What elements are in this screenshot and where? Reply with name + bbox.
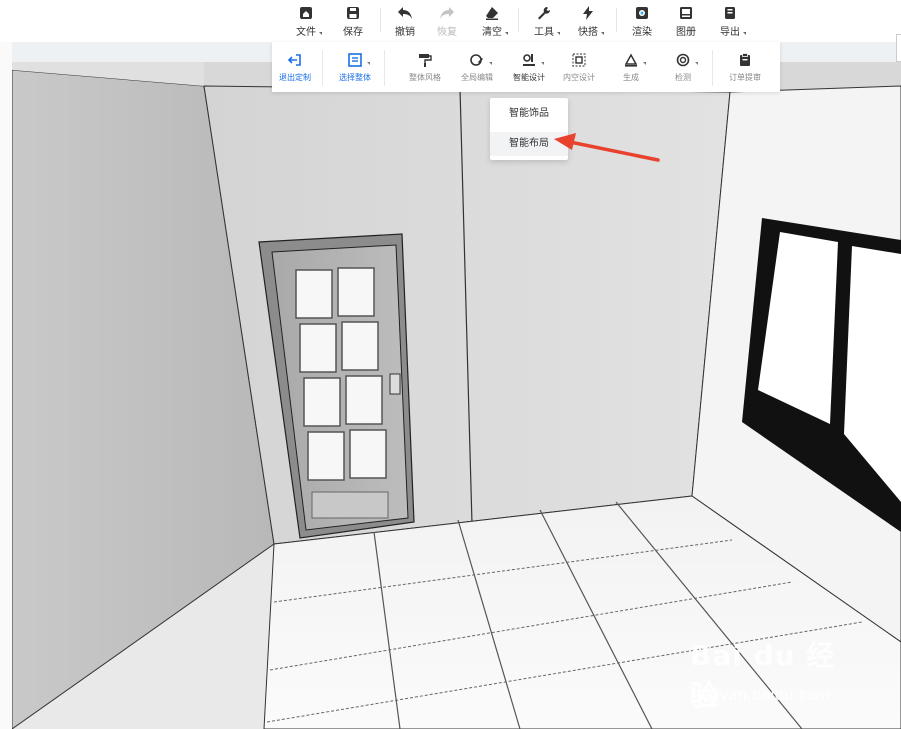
export-icon bbox=[724, 4, 736, 21]
toolbar-divider bbox=[616, 8, 617, 32]
render-label: 渲染 bbox=[632, 27, 652, 38]
3d-viewport[interactable] bbox=[12, 62, 901, 729]
global-edit-button[interactable]: 全局编辑 bbox=[454, 52, 500, 86]
file-button[interactable]: 文件 bbox=[286, 4, 326, 38]
main-toolbar: 文件 保存 撤销 恢复 清空 工具 快搭 渲染 图册 导出 bbox=[0, 0, 901, 42]
undo-icon bbox=[397, 4, 413, 21]
select-all-icon bbox=[348, 52, 362, 68]
overall-style-button[interactable]: 整体风格 bbox=[402, 52, 448, 86]
annotation-arrow bbox=[554, 133, 660, 162]
overall-style-label: 整体风格 bbox=[409, 73, 441, 82]
canvas-left-strip bbox=[0, 42, 12, 729]
global-edit-icon bbox=[470, 52, 484, 68]
inspect-caret-icon bbox=[695, 62, 698, 65]
save-button[interactable]: 保存 bbox=[333, 4, 373, 38]
inspect-button[interactable]: 检测 bbox=[660, 52, 706, 86]
gallery-label: 图册 bbox=[676, 27, 696, 38]
toolbar-divider bbox=[518, 8, 519, 32]
export-caret-icon bbox=[743, 32, 746, 35]
right-panel-handle[interactable] bbox=[896, 34, 901, 62]
clear-caret-icon bbox=[505, 32, 508, 35]
order-review-button[interactable]: 订单提审 bbox=[722, 52, 768, 86]
smart-design-caret-icon bbox=[541, 62, 544, 65]
quick-caret-icon bbox=[601, 32, 604, 35]
wrench-icon bbox=[537, 4, 551, 21]
generate-button[interactable]: 生成 bbox=[608, 52, 654, 86]
smart-decor-item[interactable]: 智能饰品 bbox=[490, 102, 568, 126]
exit-icon bbox=[288, 52, 302, 68]
tools-button[interactable]: 工具 bbox=[524, 4, 564, 38]
exit-custom-button[interactable]: 退出定制 bbox=[272, 52, 318, 86]
toolbar-divider bbox=[380, 8, 381, 32]
smart-design-label: 智能设计 bbox=[513, 73, 545, 82]
file-caret-icon bbox=[319, 32, 322, 35]
subtoolbar-divider bbox=[322, 50, 323, 86]
clipboard-icon bbox=[739, 52, 751, 68]
select-all-label: 选择整体 bbox=[339, 73, 371, 82]
render-camera-icon bbox=[635, 4, 649, 21]
global-edit-label: 全局编辑 bbox=[461, 73, 493, 82]
paint-roller-icon bbox=[418, 52, 432, 68]
clear-label: 清空 bbox=[482, 27, 502, 38]
generate-caret-icon bbox=[643, 62, 646, 65]
gallery-button[interactable]: 图册 bbox=[666, 4, 706, 38]
subtoolbar-divider bbox=[712, 50, 713, 86]
redo-icon bbox=[439, 4, 455, 21]
redo-label: 恢复 bbox=[437, 27, 457, 38]
export-button[interactable]: 导出 bbox=[710, 4, 750, 38]
save-icon bbox=[346, 4, 360, 21]
quick-build-button[interactable]: 快搭 bbox=[568, 4, 608, 38]
subtoolbar-divider bbox=[384, 50, 385, 86]
gallery-icon bbox=[679, 4, 693, 21]
save-label: 保存 bbox=[343, 27, 363, 38]
exit-custom-label: 退出定制 bbox=[279, 73, 311, 82]
undo-button[interactable]: 撤销 bbox=[385, 4, 425, 38]
redo-button[interactable]: 恢复 bbox=[427, 4, 467, 38]
baidu-watermark: Bai du 经验 jingyan.baidu.com bbox=[690, 634, 860, 712]
inner-design-button[interactable]: 内空设计 bbox=[556, 52, 602, 86]
inner-space-icon bbox=[572, 52, 586, 68]
smart-design-button[interactable]: 智能设计 bbox=[506, 52, 552, 86]
order-review-label: 订单提审 bbox=[729, 73, 761, 82]
inspect-label: 检测 bbox=[675, 73, 691, 82]
room-scene bbox=[12, 62, 901, 729]
eraser-icon bbox=[484, 4, 500, 21]
generate-icon bbox=[624, 52, 638, 68]
undo-label: 撤销 bbox=[395, 27, 415, 38]
inner-design-label: 内空设计 bbox=[563, 73, 595, 82]
lightning-icon bbox=[581, 4, 595, 21]
generate-label: 生成 bbox=[623, 73, 639, 82]
tools-label: 工具 bbox=[534, 27, 554, 38]
quick-build-label: 快搭 bbox=[578, 27, 598, 38]
select-all-button[interactable]: 选择整体 bbox=[332, 52, 378, 86]
file-label: 文件 bbox=[296, 27, 316, 38]
watermark-url: jingyan.baidu.com bbox=[692, 686, 831, 704]
custom-mode-toolbar: 退出定制 选择整体 整体风格 全局编辑 智能设计 内空设计 生成 检测 订单提审 bbox=[272, 42, 780, 92]
smart-design-icon bbox=[522, 52, 536, 68]
inspect-icon bbox=[676, 52, 690, 68]
file-home-icon bbox=[299, 4, 313, 21]
global-edit-caret-icon bbox=[489, 62, 492, 65]
render-button[interactable]: 渲染 bbox=[622, 4, 662, 38]
clear-button[interactable]: 清空 bbox=[472, 4, 512, 38]
export-label: 导出 bbox=[720, 27, 740, 38]
select-all-caret-icon bbox=[367, 62, 370, 65]
tools-caret-icon bbox=[557, 32, 560, 35]
